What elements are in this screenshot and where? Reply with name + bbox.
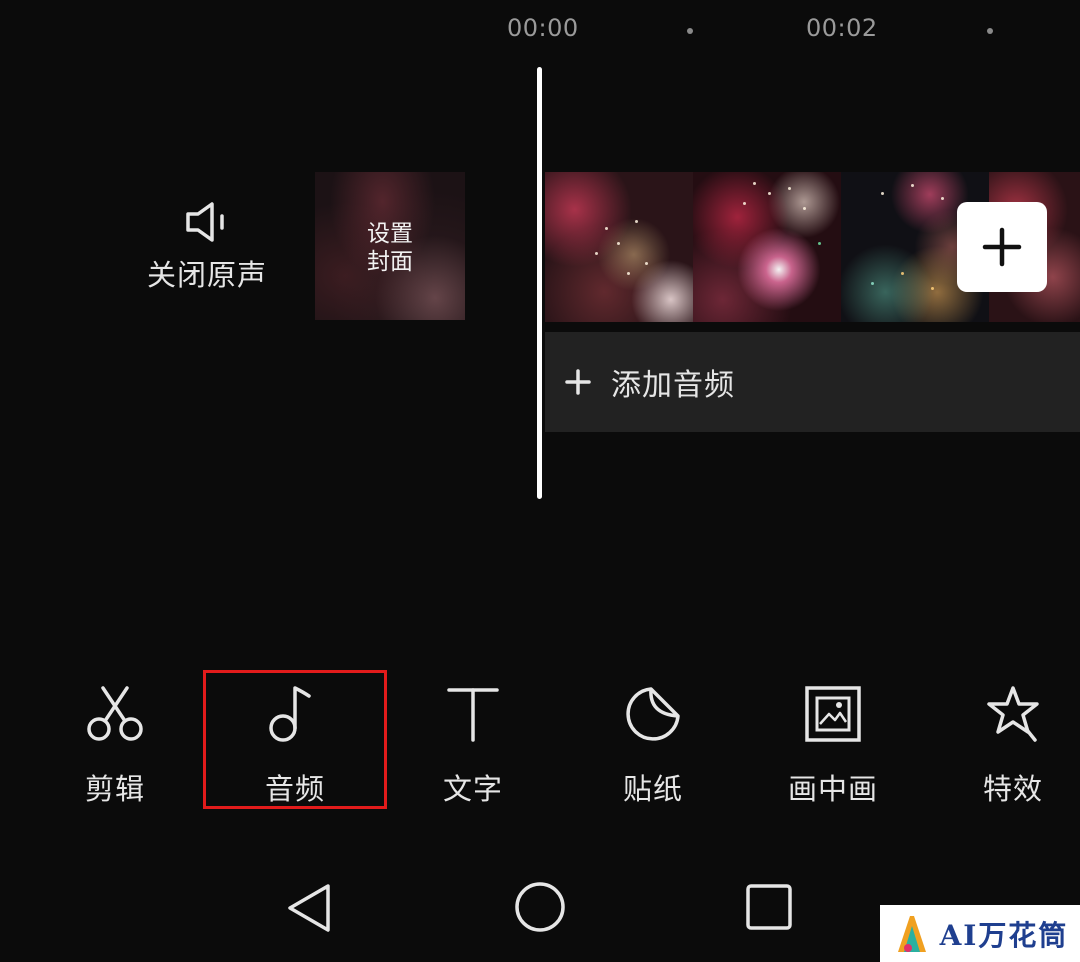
video-clip-frame[interactable] <box>545 172 693 322</box>
set-cover-button[interactable]: 设置封面 <box>315 172 465 320</box>
mute-original-button[interactable]: 关闭原声 <box>140 200 274 294</box>
tool-label: 剪辑 <box>84 772 145 806</box>
tool-picture-in-picture[interactable]: 画中画 <box>753 682 913 808</box>
cover-label: 设置封面 <box>315 220 465 276</box>
tool-label: 画中画 <box>787 772 878 806</box>
text-icon <box>447 688 499 742</box>
mute-label: 关闭原声 <box>146 258 267 292</box>
ruler-tick <box>987 28 993 34</box>
recents-square-icon <box>746 884 792 930</box>
tool-label: 贴纸 <box>622 772 683 806</box>
speaker-icon <box>186 202 224 242</box>
tool-label: 文字 <box>442 772 503 806</box>
home-circle-icon <box>515 882 565 932</box>
playhead[interactable] <box>537 67 542 499</box>
tool-effects[interactable]: 特效 <box>933 682 1080 808</box>
nav-home-button[interactable] <box>510 878 570 938</box>
tool-label: 特效 <box>982 772 1043 806</box>
ruler-tick <box>687 28 693 34</box>
timecode-mid: 00:02 <box>806 14 878 42</box>
watermark: AI万花筒 <box>880 905 1080 962</box>
nav-recents-button[interactable] <box>740 878 800 938</box>
tool-sticker[interactable]: 贴纸 <box>573 682 733 808</box>
highlight-box <box>203 670 387 809</box>
nav-back-button[interactable] <box>282 878 342 938</box>
watermark-logo-icon <box>897 915 926 952</box>
add-audio-label: 添加音频 <box>611 368 735 403</box>
tool-text[interactable]: 文字 <box>393 682 553 808</box>
sticker-icon <box>626 687 680 741</box>
star-effect-icon <box>987 686 1039 742</box>
plus-icon <box>565 369 591 395</box>
plus-icon <box>982 227 1022 267</box>
add-clip-button[interactable] <box>957 202 1047 292</box>
cover-label-text: 设置封面 <box>367 221 413 275</box>
watermark-text: AI万花筒 <box>939 918 1069 952</box>
picture-in-picture-icon <box>805 686 861 742</box>
tool-edit[interactable]: 剪辑 <box>35 682 195 808</box>
video-clip-frame[interactable] <box>693 172 841 322</box>
add-audio-button[interactable]: 添加音频 <box>545 332 1080 432</box>
scissors-icon <box>87 686 143 741</box>
back-triangle-icon <box>288 884 330 932</box>
timecode-start: 00:00 <box>507 14 579 42</box>
